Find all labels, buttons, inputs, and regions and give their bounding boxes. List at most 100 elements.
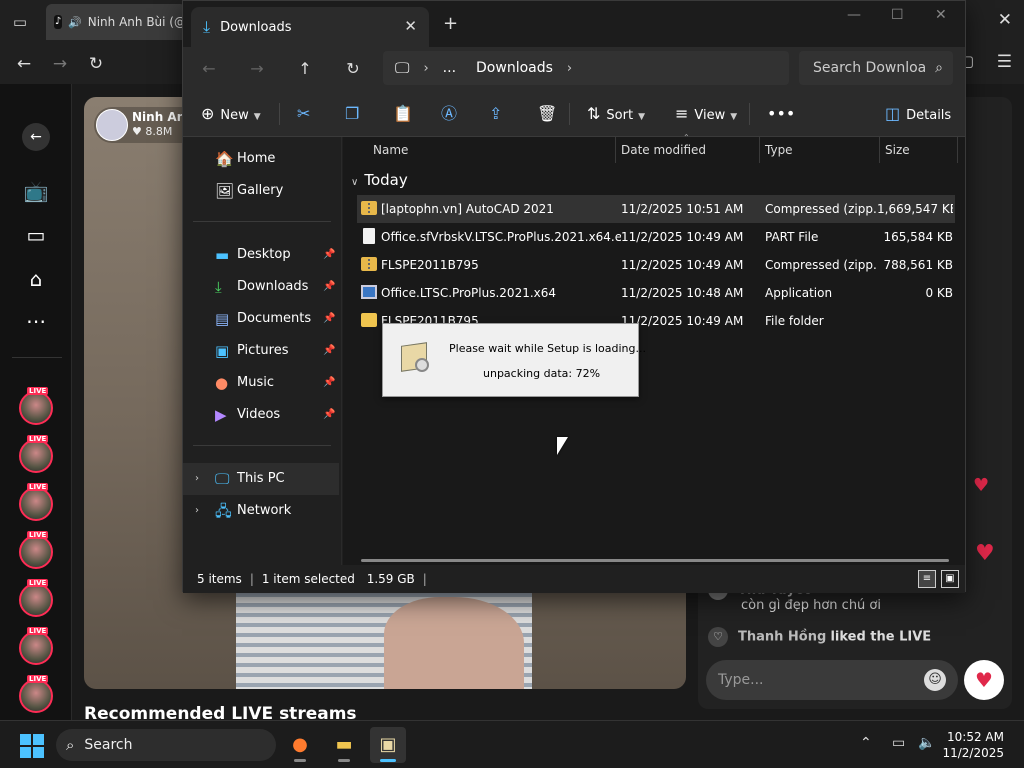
firefox-icon[interactable]: ● bbox=[282, 727, 318, 763]
back-icon[interactable]: ← bbox=[197, 57, 221, 81]
reload-icon[interactable]: ↻ bbox=[84, 52, 108, 76]
nav-item-network[interactable]: › 🖧 Network bbox=[183, 495, 339, 527]
nav-item-this-pc[interactable]: › 🖵 This PC bbox=[183, 463, 339, 495]
clock-time: 10:52 AM bbox=[947, 730, 1004, 744]
refresh-icon[interactable]: ↻ bbox=[341, 57, 365, 81]
table-row[interactable]: Office.sfVrbskV.LTSC.ProPlus.2021.x64.ex… bbox=[357, 223, 955, 251]
tab-list-icon[interactable]: ▭ bbox=[8, 10, 32, 34]
table-row[interactable]: Office.LTSC.ProPlus.2021.x64 11/2/2025 1… bbox=[357, 279, 955, 307]
nav-item-documents[interactable]: ▤ Documents 📌 bbox=[183, 303, 339, 335]
tiles-view-icon[interactable]: ▣ bbox=[941, 570, 959, 588]
new-tab-icon[interactable]: + bbox=[443, 13, 458, 34]
copy-button[interactable]: ❐ bbox=[345, 101, 365, 127]
live-tv-icon[interactable]: 📺 bbox=[22, 177, 50, 205]
group-header[interactable]: ∨ Today bbox=[351, 171, 408, 189]
emoji-icon[interactable]: ☺ bbox=[924, 669, 946, 691]
back-icon[interactable]: ← bbox=[12, 52, 36, 76]
maximize-icon[interactable]: ☐ bbox=[891, 7, 904, 23]
breadcrumb-overflow[interactable]: ... bbox=[443, 60, 456, 76]
live-avatar[interactable]: LIVE bbox=[19, 435, 53, 473]
live-avatar[interactable]: LIVE bbox=[19, 387, 53, 425]
minimize-icon[interactable]: — bbox=[847, 7, 861, 23]
share-button[interactable]: ⇪ bbox=[489, 101, 508, 127]
pin-icon[interactable]: 📌 bbox=[323, 239, 335, 271]
pin-icon[interactable]: 📌 bbox=[323, 271, 335, 303]
file-explorer-icon[interactable]: ▬ bbox=[326, 727, 362, 763]
search-icon[interactable]: ⌕ bbox=[935, 51, 943, 85]
search-input[interactable]: Search Downloa ⌕ bbox=[799, 51, 953, 85]
more-options-button[interactable]: ••• bbox=[767, 101, 801, 127]
chevron-right-icon[interactable]: › bbox=[195, 495, 199, 527]
live-avatar[interactable]: LIVE bbox=[19, 483, 53, 521]
column-header-size[interactable]: Size bbox=[885, 137, 910, 163]
taskbar-search[interactable]: ⌕ Search bbox=[56, 729, 276, 761]
sort-button[interactable]: ⇅ Sort ▼ bbox=[587, 101, 645, 127]
network-icon[interactable]: ▭ bbox=[892, 735, 905, 751]
explorer-tab[interactable]: ⤓ Downloads ✕ bbox=[191, 7, 429, 47]
close-tab-icon[interactable]: ✕ bbox=[404, 17, 417, 35]
live-avatar[interactable]: LIVE bbox=[19, 675, 53, 713]
nav-item-desktop[interactable]: ▬ Desktop 📌 bbox=[183, 239, 339, 271]
browser-menu-icon[interactable]: ☰ bbox=[997, 52, 1012, 72]
this-pc-icon[interactable]: 🖵 bbox=[395, 59, 409, 77]
live-avatar[interactable]: LIVE bbox=[19, 531, 53, 569]
chevron-right-icon[interactable]: › bbox=[423, 61, 428, 76]
column-divider[interactable] bbox=[879, 137, 880, 163]
delete-button[interactable]: 🗑 bbox=[537, 101, 563, 127]
nav-item-gallery[interactable]: 🖼 Gallery bbox=[183, 175, 339, 207]
speaker-icon[interactable]: 🔊 bbox=[68, 16, 82, 29]
pin-icon[interactable]: 📌 bbox=[323, 303, 335, 335]
up-icon[interactable]: ↑ bbox=[293, 57, 317, 81]
forward-icon[interactable]: → bbox=[245, 57, 269, 81]
view-button[interactable]: ≡ View ▼ bbox=[675, 101, 737, 127]
paste-button[interactable]: 📋 bbox=[393, 101, 419, 127]
nav-item-home[interactable]: 🏠 Home bbox=[183, 143, 339, 175]
chat-input[interactable]: Type... bbox=[706, 660, 958, 700]
address-bar[interactable]: 🖵 › ... Downloads › bbox=[383, 51, 789, 85]
rename-button[interactable]: Ⓐ bbox=[441, 101, 463, 127]
avatar[interactable] bbox=[96, 109, 128, 141]
column-header-type[interactable]: Type bbox=[765, 137, 793, 163]
pane-splitter[interactable] bbox=[341, 137, 342, 565]
back-arrow-icon[interactable]: ← bbox=[22, 123, 50, 151]
details-button[interactable]: ◫ Details bbox=[885, 101, 951, 127]
explore-icon[interactable]: ⌂ bbox=[22, 265, 50, 293]
video-camera-icon[interactable]: ▭ bbox=[22, 221, 50, 249]
chevron-up-icon[interactable]: ⌃ bbox=[860, 735, 872, 751]
chevron-right-icon[interactable]: › bbox=[195, 463, 199, 495]
file-name: Office.sfVrbskV.LTSC.ProPlus.2021.x64.ex… bbox=[381, 230, 621, 244]
column-header-name[interactable]: Name bbox=[373, 137, 408, 163]
table-row[interactable]: [laptophn.vn] AutoCAD 2021 11/2/2025 10:… bbox=[357, 195, 955, 223]
browser-tab-title: Ninh Anh Bùi (@ bbox=[87, 15, 186, 29]
nav-item-pictures[interactable]: ▣ Pictures 📌 bbox=[183, 335, 339, 367]
pin-icon[interactable]: 📌 bbox=[323, 367, 335, 399]
close-icon[interactable]: ✕ bbox=[935, 7, 947, 23]
browser-close-icon[interactable]: ✕ bbox=[998, 10, 1012, 30]
column-divider[interactable] bbox=[957, 137, 958, 163]
column-divider[interactable] bbox=[615, 137, 616, 163]
pin-icon[interactable]: 📌 bbox=[323, 335, 335, 367]
nav-item-videos[interactable]: ▶ Videos 📌 bbox=[183, 399, 339, 431]
nav-item-music[interactable]: ● Music 📌 bbox=[183, 367, 339, 399]
details-view-icon[interactable]: ≡ bbox=[918, 570, 936, 588]
cut-button[interactable]: ✂ bbox=[297, 101, 316, 127]
table-row[interactable]: FLSPE2011B795 11/2/2025 10:49 AM Compres… bbox=[357, 251, 955, 279]
setup-icon[interactable]: ▣ bbox=[370, 727, 406, 763]
more-icon[interactable]: ⋯ bbox=[22, 307, 50, 335]
column-header-date[interactable]: Date modified bbox=[621, 137, 706, 163]
live-avatar[interactable]: LIVE bbox=[19, 627, 53, 665]
chevron-right-icon[interactable]: › bbox=[567, 61, 572, 76]
clock[interactable]: 10:52 AM 11/2/2025 bbox=[942, 729, 1004, 761]
browser-tab[interactable]: ♪ 🔊 Ninh Anh Bùi (@ bbox=[46, 4, 186, 40]
new-button[interactable]: ⊕ New ▼ bbox=[201, 101, 261, 127]
breadcrumb-downloads[interactable]: Downloads bbox=[476, 60, 553, 76]
nav-item-downloads[interactable]: ⤓ Downloads 📌 bbox=[183, 271, 339, 303]
windows-start-icon[interactable] bbox=[20, 734, 44, 758]
horizontal-scrollbar[interactable] bbox=[361, 559, 949, 562]
volume-muted-icon[interactable]: 🔈 bbox=[918, 735, 935, 751]
pin-icon[interactable]: 📌 bbox=[323, 399, 335, 431]
like-heart-button[interactable]: ♥ bbox=[964, 660, 1004, 700]
forward-icon[interactable]: → bbox=[48, 52, 72, 76]
column-divider[interactable] bbox=[759, 137, 760, 163]
live-avatar[interactable]: LIVE bbox=[19, 579, 53, 617]
